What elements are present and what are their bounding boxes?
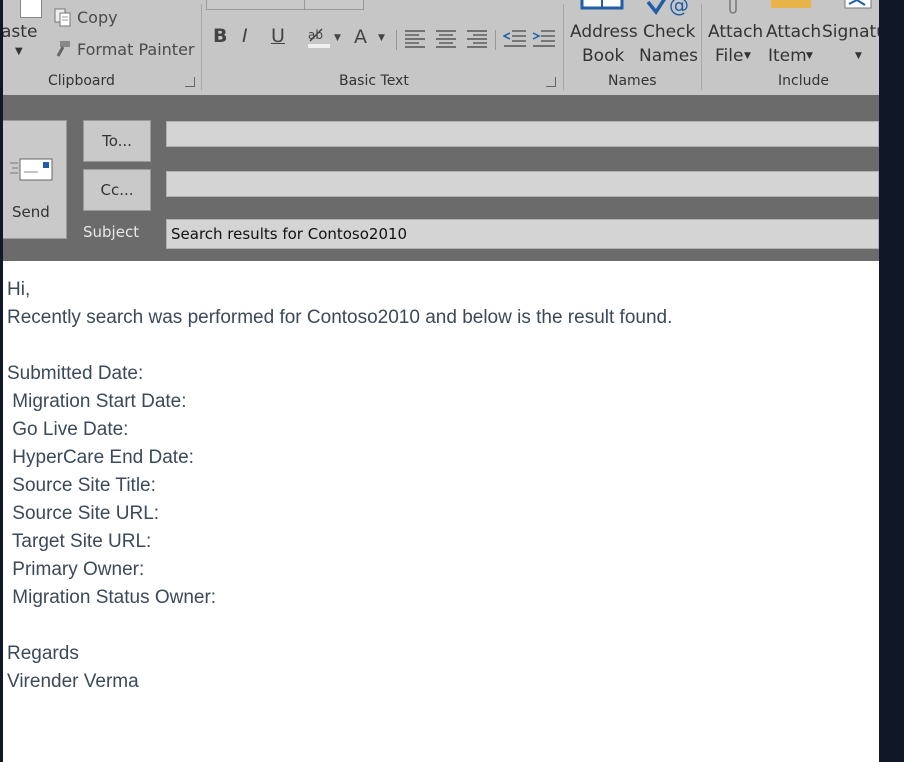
align-right-icon[interactable] [466, 28, 488, 48]
attach-item-button[interactable]: Attach [766, 22, 821, 42]
body-line: Source Site URL: [7, 503, 160, 524]
format-painter-icon [56, 41, 70, 57]
address-book-label-line2: Book [582, 46, 625, 66]
ribbon-separator [701, 4, 702, 90]
body-line: Source Site Title: [7, 475, 156, 496]
align-center-icon[interactable] [435, 28, 457, 48]
basic-text-group-label: Basic Text [339, 73, 409, 89]
body-line: Submitted Date: [7, 363, 144, 384]
increase-indent-icon[interactable] [532, 28, 556, 48]
body-line: Go Live Date: [7, 419, 129, 440]
address-book-button[interactable]: Address [570, 22, 638, 42]
signature-button[interactable]: Signatu [822, 22, 879, 42]
clipboard-group-label: Clipboard [48, 73, 115, 89]
message-header: Send To... Cc... Subject Search results … [0, 115, 879, 261]
body-line: Target Site URL: [7, 531, 152, 552]
indent-separator [495, 30, 496, 50]
font-color-icon[interactable]: A ▼ [352, 24, 392, 50]
ribbon: aste ▼ Copy Format Painter Clipboard B I… [0, 0, 879, 95]
paperclip-icon [729, 0, 737, 14]
to-field[interactable] [166, 121, 879, 147]
body-line [7, 612, 672, 640]
body-line: Hi, [7, 279, 31, 300]
cc-field[interactable] [166, 171, 879, 197]
cc-button[interactable]: Cc... [83, 169, 151, 211]
attach-item-icon [771, 0, 811, 8]
align-left-icon[interactable] [404, 28, 426, 48]
svg-text:▼: ▼ [378, 33, 385, 43]
check-names-label-line2: Names [639, 46, 699, 66]
ribbon-bottom-bar [0, 95, 879, 115]
body-line: Migration Start Date: [7, 391, 187, 412]
body-line: HyperCare End Date: [7, 447, 194, 468]
underline-button[interactable]: U [271, 25, 285, 47]
signature-dropdown-icon[interactable]: ▼ [855, 51, 862, 61]
paste-icon [20, 0, 42, 18]
send-envelope-icon [10, 158, 53, 181]
ribbon-separator [201, 4, 202, 90]
bold-button[interactable]: B [213, 25, 227, 47]
check-names-icon: @ [646, 0, 689, 17]
clipboard-launcher-icon[interactable] [185, 77, 195, 87]
address-book-icon [580, 0, 624, 10]
body-line: Recently search was performed for Contos… [7, 307, 673, 328]
body-line [7, 332, 672, 360]
font-name-box[interactable] [206, 0, 306, 10]
copy-button[interactable]: Copy [77, 8, 118, 27]
ribbon-separator [563, 4, 564, 90]
svg-text:▼: ▼ [334, 33, 341, 43]
italic-button[interactable]: I [242, 25, 248, 47]
subject-label: Subject [83, 223, 140, 241]
attach-file-label-line2: File [715, 46, 744, 66]
attach-file-dropdown-icon[interactable]: ▼ [744, 51, 751, 61]
svg-text:@: @ [669, 0, 689, 17]
subject-field[interactable]: Search results for Contoso2010 [166, 219, 879, 249]
message-body[interactable]: Hi, Recently search was performed for Con… [7, 276, 672, 696]
attach-item-dropdown-icon[interactable]: ▼ [806, 51, 813, 61]
to-button[interactable]: To... [83, 120, 151, 162]
align-separator [396, 30, 397, 50]
outlook-compose-window: aste ▼ Copy Format Painter Clipboard B I… [0, 0, 879, 762]
highlight-icon[interactable]: ab ▼ [306, 24, 346, 50]
check-names-button[interactable]: Check [643, 22, 695, 42]
body-line: Migration Status Owner: [7, 587, 217, 608]
send-button[interactable]: Send [0, 120, 67, 239]
svg-text:A: A [354, 26, 367, 48]
paste-button[interactable]: aste [1, 22, 37, 42]
send-label: Send [12, 203, 50, 221]
attach-file-button[interactable]: Attach [708, 22, 763, 42]
body-line: Virender Verma [7, 671, 139, 692]
format-painter-button[interactable]: Format Painter [77, 40, 194, 59]
signature-icon [844, 0, 872, 9]
attach-item-label-line2: Item [768, 46, 807, 66]
copy-icon [54, 8, 71, 27]
body-line: Regards [7, 643, 79, 664]
font-size-box[interactable] [304, 0, 364, 10]
basic-text-launcher-icon[interactable] [546, 77, 556, 87]
include-group-label: Include [778, 73, 829, 89]
body-line: Primary Owner: [7, 559, 145, 580]
paste-dropdown-icon[interactable]: ▼ [15, 46, 23, 57]
decrease-indent-icon[interactable] [503, 28, 527, 48]
window-edge [0, 0, 3, 762]
names-group-label: Names [608, 73, 657, 89]
